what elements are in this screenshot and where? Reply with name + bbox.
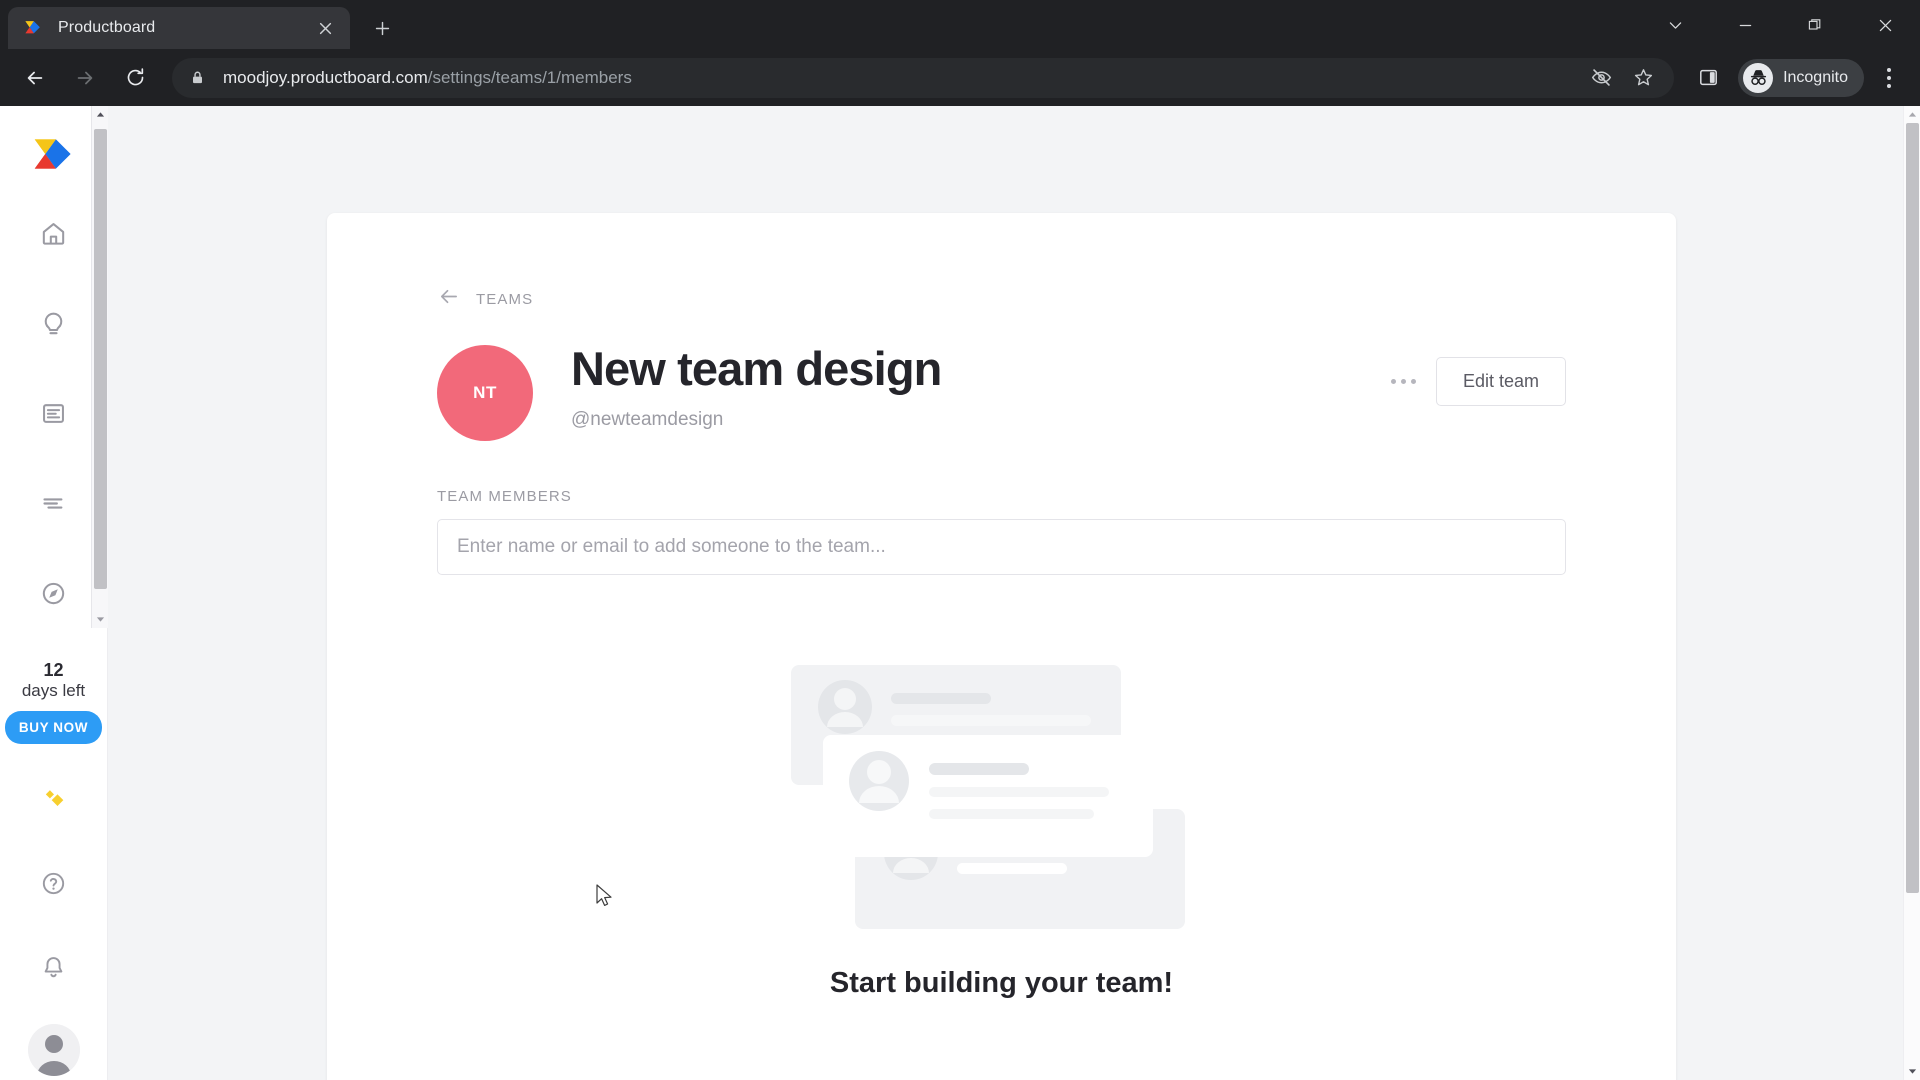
menu-dot xyxy=(1887,75,1891,80)
new-tab-button[interactable] xyxy=(364,10,400,46)
sidebar-item-features[interactable] xyxy=(27,476,81,530)
empty-state-title: Start building your team! xyxy=(829,967,1174,1000)
sidebar-scrollbar-thumb[interactable] xyxy=(93,129,107,590)
forward-arrow-icon[interactable] xyxy=(64,57,106,99)
page-scrollbar-thumb[interactable] xyxy=(1905,123,1919,894)
browser-tab[interactable]: Productboard xyxy=(8,7,350,50)
three-dot-menu-icon[interactable] xyxy=(1382,364,1426,400)
scroll-down-arrow-icon[interactable] xyxy=(92,611,109,628)
incognito-icon xyxy=(1743,62,1774,93)
omnibox-actions xyxy=(1576,61,1660,95)
buy-now-button[interactable]: BUY NOW xyxy=(4,711,103,745)
trial-status: 12 days left BUY NOW xyxy=(4,660,103,745)
back-arrow-icon[interactable] xyxy=(14,57,56,99)
star-icon[interactable] xyxy=(1626,61,1660,95)
sidebar-item-notifications[interactable] xyxy=(27,940,81,994)
edit-team-button[interactable]: Edit team xyxy=(1435,357,1566,407)
close-icon[interactable] xyxy=(312,15,338,41)
eye-slash-icon[interactable] xyxy=(1584,61,1618,95)
side-panel-icon[interactable] xyxy=(1688,58,1728,98)
team-settings-card: TEAMS NT New team design @newteamdesign xyxy=(327,213,1676,1080)
team-avatar: NT xyxy=(437,345,533,442)
url-path: /settings/teams/1/members xyxy=(427,67,632,87)
url-host: moodjoy.productboard.com xyxy=(223,67,428,87)
card-inner: TEAMS NT New team design @newteamdesign xyxy=(327,213,1676,1000)
back-arrow-icon[interactable] xyxy=(437,285,460,313)
productboard-logo-icon[interactable] xyxy=(32,132,76,176)
add-member-input[interactable] xyxy=(437,519,1566,576)
team-members-label: TEAM MEMBERS xyxy=(437,488,572,506)
sidebar-scrollbar-track[interactable] xyxy=(92,123,109,611)
three-dot-menu-icon[interactable] xyxy=(1868,57,1910,99)
window-controls xyxy=(1640,0,1920,50)
tab-title: Productboard xyxy=(58,19,156,37)
sidebar-item-insights[interactable] xyxy=(27,296,81,350)
scroll-down-arrow-icon[interactable] xyxy=(1904,1063,1920,1080)
empty-state: Start building your team! xyxy=(437,657,1566,1000)
sidebar-bottom-nav xyxy=(27,744,81,1080)
user-avatar-icon[interactable] xyxy=(27,1024,80,1077)
sidebar-scrollbar[interactable] xyxy=(91,106,109,629)
team-initials: NT xyxy=(473,383,497,403)
scroll-up-arrow-icon[interactable] xyxy=(1904,106,1920,123)
menu-dot xyxy=(1887,83,1891,88)
team-handle: @newteamdesign xyxy=(571,408,724,430)
reload-icon[interactable] xyxy=(114,57,156,99)
sidebar-nav xyxy=(27,206,81,656)
browser-toolbar: moodjoy.productboard.com/settings/teams/… xyxy=(0,49,1920,107)
trial-days-label: days left xyxy=(21,680,86,700)
menu-dot xyxy=(1401,379,1407,385)
page-scrollbar[interactable] xyxy=(1903,106,1920,1080)
menu-dot xyxy=(1411,379,1417,385)
page-scrollbar-track[interactable] xyxy=(1904,123,1920,1063)
sidebar-item-notes[interactable] xyxy=(27,386,81,440)
main-content: TEAMS NT New team design @newteamdesign xyxy=(108,106,1920,1080)
breadcrumb-label[interactable]: TEAMS xyxy=(476,291,533,308)
maximize-icon[interactable] xyxy=(1780,0,1850,50)
close-window-icon[interactable] xyxy=(1850,0,1920,50)
team-header: NT New team design @newteamdesign Edit t… xyxy=(437,339,1566,442)
page-title: New team design xyxy=(571,342,942,396)
scroll-up-arrow-icon[interactable] xyxy=(92,106,109,123)
team-meta: New team design @newteamdesign xyxy=(571,339,1382,431)
team-cards-illustration xyxy=(787,657,1217,937)
sidebar-item-help[interactable] xyxy=(27,856,81,910)
tab-strip: Productboard xyxy=(0,0,1920,50)
profile-chip[interactable]: Incognito xyxy=(1738,58,1864,97)
page-viewport: 12 days left BUY NOW TEAMS NT New team d… xyxy=(0,106,1920,1080)
productboard-logo-icon xyxy=(24,19,42,37)
sidebar-item-whats-new[interactable] xyxy=(27,772,81,826)
sidebar-item-objectives[interactable] xyxy=(27,566,81,620)
menu-dot xyxy=(1391,379,1397,385)
profile-label: Incognito xyxy=(1783,68,1848,86)
minimize-icon[interactable] xyxy=(1710,0,1780,50)
sidebar-item-home[interactable] xyxy=(27,206,81,260)
chevron-down-icon[interactable] xyxy=(1640,0,1710,50)
trial-days-count: 12 xyxy=(43,660,64,681)
app-sidebar: 12 days left BUY NOW xyxy=(0,106,108,1080)
url-text: moodjoy.productboard.com/settings/teams/… xyxy=(223,68,632,88)
breadcrumb[interactable]: TEAMS xyxy=(437,285,1566,313)
team-header-actions: Edit team xyxy=(1382,339,1566,407)
browser-window: Productboard moodjoy.productboard.com/se… xyxy=(0,0,1920,1080)
lock-icon xyxy=(190,70,206,86)
address-bar[interactable]: moodjoy.productboard.com/settings/teams/… xyxy=(172,57,1675,98)
menu-dot xyxy=(1887,67,1891,72)
